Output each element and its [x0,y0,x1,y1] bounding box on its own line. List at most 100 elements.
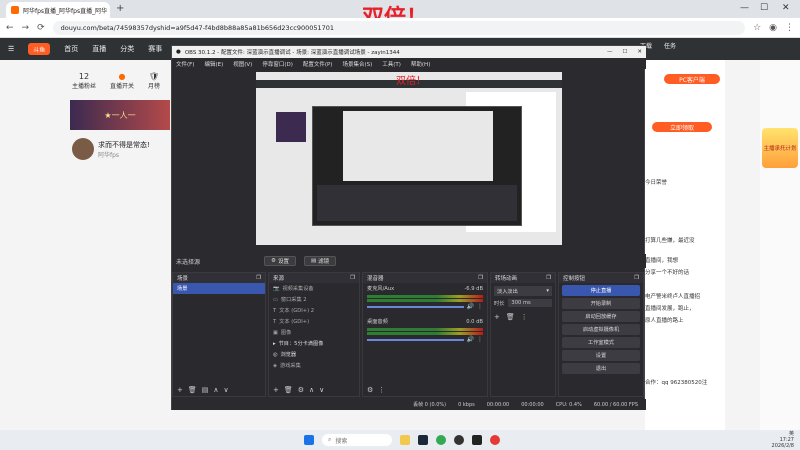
back-icon[interactable]: ← [6,23,14,33]
exit-button[interactable]: 退出 [562,363,640,374]
settings-button[interactable]: 设置 [562,350,640,361]
advanced-audio-icon[interactable]: ⚙ [367,386,373,394]
menu-edit[interactable]: 编辑(E) [204,60,223,68]
start-virtual-camera-button[interactable]: 启动虚拟摄像机 [562,324,640,335]
speaker-icon[interactable]: 🔊 [467,303,474,310]
browser-tab[interactable]: 阿华fps直播_阿华fps直播_阿华 ✕ [6,2,110,18]
transition-menu-icon[interactable]: ⋮ [521,313,528,321]
anchor-plan-badge[interactable]: 主播承托计划 [762,128,798,168]
menu-file[interactable]: 文件(F) [176,60,194,68]
dock-undock-icon[interactable]: ❐ [478,275,483,281]
speaker-icon[interactable]: 🔊 [467,336,474,343]
mixer-controls: 🔊 ⋮ [363,303,487,310]
new-tab-button[interactable]: + [116,3,124,14]
channel-menu-icon[interactable]: ⋮ [477,336,483,343]
forward-icon[interactable]: → [22,23,30,33]
menu-view[interactable]: 视图(V) [233,60,252,68]
source-item[interactable]: ◈ 游戏采集 [269,360,359,371]
menu-icon[interactable]: ⋮ [785,23,794,33]
stat-monthly[interactable]: 🛡 月榜 [148,72,160,90]
start-replay-buffer-button[interactable]: 启动回放缓存 [562,311,640,322]
stop-streaming-button[interactable]: 停止直播 [562,285,640,296]
menu-docks[interactable]: 停靠窗口(D) [262,60,293,68]
task-link[interactable]: 任务 [664,41,676,50]
dock-undock-icon[interactable]: ❐ [546,275,551,281]
remove-source-icon[interactable]: 🗑 [284,386,293,394]
source-item[interactable]: ▭ 窗口采集 2 [269,294,359,305]
obs-maximize-button[interactable]: ☐ [622,49,627,55]
nav-home[interactable]: 首页 [64,44,78,54]
source-filters-button[interactable]: ▤ 滤镜 [303,256,337,266]
chrome-icon[interactable] [436,435,446,445]
taskbar-search[interactable]: ⌕ 搜索 [322,434,392,446]
add-transition-icon[interactable]: + [494,313,500,321]
scene-filter-icon[interactable]: ▤ [202,386,209,394]
move-down-icon[interactable]: ∨ [224,386,229,394]
promo-banner[interactable]: ★一人一 [70,100,170,130]
system-tray[interactable]: 英 17:27 2026/2/8 [772,431,794,449]
source-item[interactable]: ◎ 浏览器 [269,349,359,360]
fps: 60.00 / 60.00 FPS [593,401,638,408]
minimize-window-button[interactable]: — [740,3,749,13]
obs-close-button[interactable]: ✕ [637,49,642,55]
source-item[interactable]: ▸ 节目：5分卡滴图像 [269,338,359,349]
bookmark-star-icon[interactable]: ☆ [753,23,761,33]
transition-select[interactable]: 淡入淡出 ▾ [494,286,552,296]
source-item[interactable]: T 文本 (GDI+) [269,316,359,327]
chat-line: 打算几些嫌，最近没 [645,238,695,244]
url-input[interactable]: douyu.com/beta/74598357dyshid=a9f5d47-f4… [52,20,746,35]
nav-category[interactable]: 分类 [120,44,134,54]
source-properties-icon[interactable]: ⚙ [298,386,304,394]
pc-client-button[interactable]: PC客户端 [664,74,720,84]
close-window-button[interactable]: ✕ [782,3,790,13]
channel-menu-icon[interactable]: ⋮ [477,303,483,310]
move-down-icon[interactable]: ∨ [319,386,324,394]
source-item[interactable]: ▣ 图像 [269,327,359,338]
sources-dock-header: 来源 ❐ [269,273,359,283]
start-recording-button[interactable]: 开始录制 [562,298,640,309]
tiktok-icon[interactable] [472,435,482,445]
claim-button[interactable]: 立即领取 [652,122,712,132]
reload-icon[interactable]: ⟳ [37,23,45,33]
menu-profile[interactable]: 配置文件(P) [303,60,333,68]
menu-tools[interactable]: 工具(T) [382,60,401,68]
steam-icon[interactable] [418,435,428,445]
duration-input[interactable]: 300 ms [508,299,552,307]
windows-start-icon[interactable] [304,435,314,445]
menu-help[interactable]: 帮助(H) [411,60,430,68]
volume-slider[interactable] [367,338,464,341]
studio-mode-button[interactable]: 工作室模式 [562,337,640,348]
nav-live[interactable]: 直播 [92,44,106,54]
obs-taskbar-icon[interactable] [454,435,464,445]
browser-tab-title: 阿华fps直播_阿华fps直播_阿华 [23,7,108,15]
obs-preview[interactable]: 双倍！ [256,72,562,245]
scene-item[interactable]: 场景 [173,283,265,294]
stat-live-toggle[interactable]: ● 直播开关 [110,72,134,90]
source-item[interactable]: 📷 视频采集设备 [269,283,359,294]
remove-transition-icon[interactable]: 🗑 [506,313,515,321]
move-up-icon[interactable]: ∧ [309,386,314,394]
file-explorer-icon[interactable] [400,435,410,445]
add-source-icon[interactable]: + [273,386,279,394]
volume-slider[interactable] [367,305,464,308]
group-icon: ▸ [273,340,276,347]
add-scene-icon[interactable]: + [177,386,183,394]
mixer-menu-icon[interactable]: ⋮ [378,386,385,394]
menu-scene-collection[interactable]: 场景集合(S) [342,60,372,68]
stat-fans[interactable]: 12 主播粉丝 [72,72,96,90]
avatar[interactable] [72,138,94,160]
move-up-icon[interactable]: ∧ [213,386,218,394]
profile-icon[interactable]: ◉ [769,23,777,33]
remove-scene-icon[interactable]: 🗑 [188,386,197,394]
douyu-logo[interactable]: 斗鱼 [28,43,51,55]
hamburger-icon[interactable]: ☰ [8,45,14,53]
obs-minimize-button[interactable]: — [607,49,613,55]
dock-undock-icon[interactable]: ❐ [634,275,639,281]
source-settings-button[interactable]: ⚙ 设置 [264,256,296,266]
dock-undock-icon[interactable]: ❐ [256,275,261,281]
dock-undock-icon[interactable]: ❐ [350,275,355,281]
maximize-window-button[interactable]: ☐ [760,3,768,13]
nav-esports[interactable]: 赛事 [148,44,162,54]
netease-music-icon[interactable] [490,435,500,445]
source-item[interactable]: T 文本 (GDI+) 2 [269,305,359,316]
